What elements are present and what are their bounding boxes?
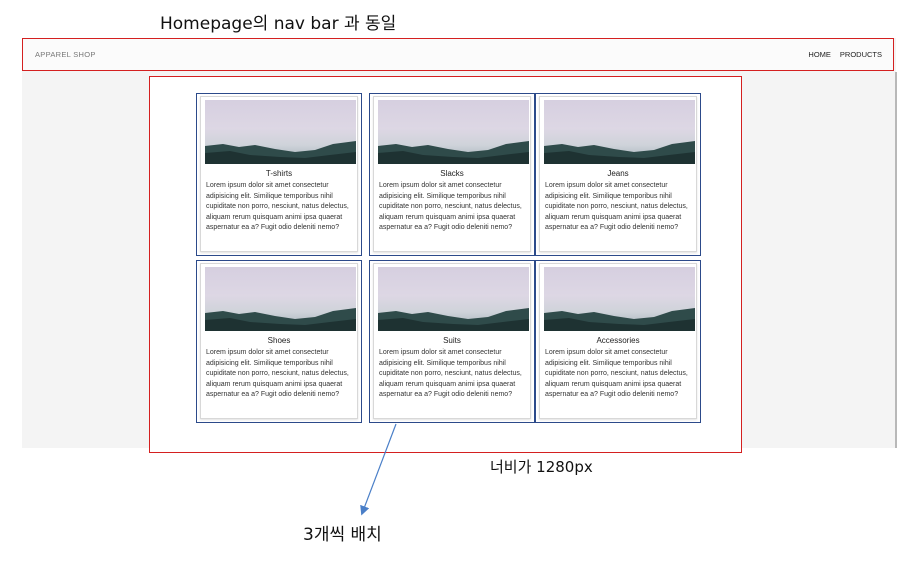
annotation-arrow	[360, 423, 397, 516]
annotation-layout-note: 3개씩 배치	[303, 525, 382, 545]
